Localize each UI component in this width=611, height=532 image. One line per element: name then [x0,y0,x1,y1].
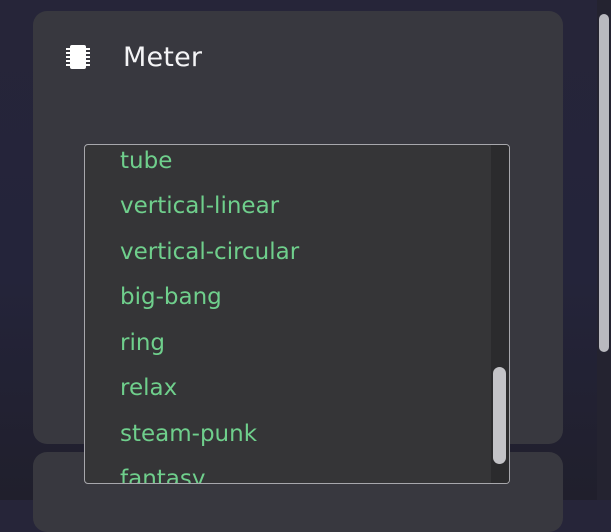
option-tube[interactable]: tube [120,145,172,180]
option-vertical-circular[interactable]: vertical-circular [120,233,299,271]
option-fantasy[interactable]: fantasy [120,460,205,483]
option-relax[interactable]: relax [120,369,177,407]
page-scrollbar[interactable] [597,0,611,500]
chip-icon [63,42,93,72]
listbox-scrollbar[interactable] [491,145,509,483]
listbox-scrollbar-thumb[interactable] [493,367,506,464]
card-title: Meter [123,41,203,73]
option-ring[interactable]: ring [120,324,165,362]
page-scrollbar-thumb[interactable] [599,14,609,352]
option-vertical-linear[interactable]: vertical-linear [120,187,279,225]
meter-type-listbox[interactable]: tube vertical-linear vertical-circular b… [84,144,510,484]
option-big-bang[interactable]: big-bang [120,278,222,316]
listbox-viewport: tube vertical-linear vertical-circular b… [85,145,491,483]
card-header: Meter [63,35,202,79]
option-steam-punk[interactable]: steam-punk [120,415,257,453]
